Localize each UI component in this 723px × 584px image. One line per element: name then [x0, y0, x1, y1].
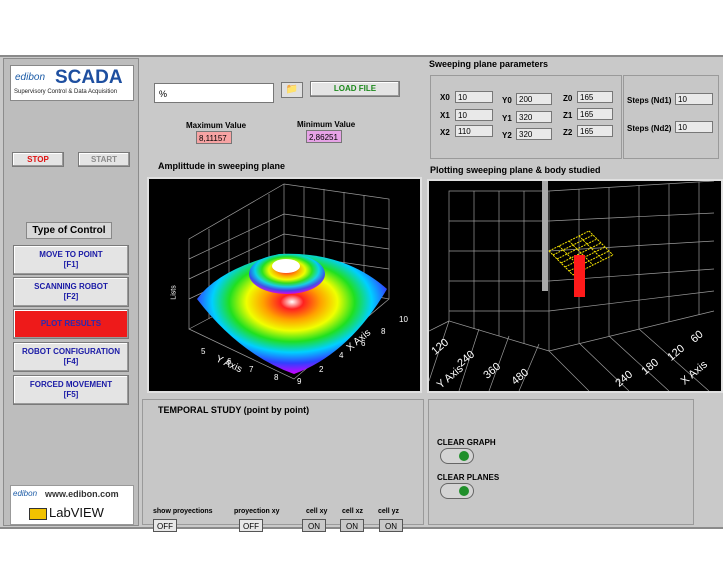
- plot1-tick-label: 6: [361, 339, 366, 348]
- proyection-xy-toggle[interactable]: OFF: [239, 519, 263, 532]
- clear-graph-toggle[interactable]: [440, 448, 474, 464]
- amplitude-plot-canvas: [188, 183, 390, 380]
- load-file-button[interactable]: LOAD FILE: [310, 81, 400, 97]
- labview-text: LabVIEW: [49, 505, 104, 520]
- move-to-point-label: MOVE TO POINT: [39, 250, 103, 259]
- scada-title: SCADA: [55, 67, 123, 88]
- toggle-led-icon: [459, 451, 469, 461]
- z0-label: Z0: [563, 94, 573, 103]
- forced-movement-key: [F5]: [63, 390, 79, 399]
- steps-nd1-input[interactable]: 10: [675, 93, 713, 105]
- sidebar: edibon SCADA Supervisory Control & Data …: [3, 58, 139, 526]
- toggle-led-icon: [459, 486, 469, 496]
- plot1-tick-label: 7: [249, 365, 254, 374]
- clear-planes-toggle[interactable]: [440, 483, 474, 499]
- cell-xz-label: cell xz: [342, 508, 364, 515]
- x1-input[interactable]: 10: [455, 109, 493, 121]
- steps-nd2-label: Steps (Nd2): [627, 124, 672, 133]
- scanning-robot-label: SCANNING ROBOT: [34, 282, 108, 291]
- y2-input[interactable]: 320: [516, 128, 552, 140]
- x1-label: X1: [440, 111, 450, 120]
- footer-logos: edibon www.edibon.com LabVIEW: [10, 485, 134, 525]
- plot-results-label: PLOT RESULTS: [40, 319, 102, 328]
- temporal-study-panel: [142, 399, 424, 525]
- plot1-z-label: Lists: [170, 285, 178, 300]
- scada-subtitle: Supervisory Control & Data Acquisition: [14, 89, 118, 95]
- min-value-label: Minimum Value: [297, 120, 356, 129]
- steps-nd1-label: Steps (Nd1): [627, 96, 672, 105]
- move-to-point-key: [F1]: [63, 260, 79, 269]
- folder-icon[interactable]: 📁: [281, 82, 303, 98]
- cell-xy-label: cell xy: [306, 508, 328, 515]
- plot1-tick-label: 10: [399, 315, 408, 324]
- x0-input[interactable]: 10: [455, 91, 493, 103]
- y1-label: Y1: [502, 114, 512, 123]
- cell-xy-toggle[interactable]: ON: [302, 519, 326, 532]
- edibon-footer-logo: edibon: [13, 489, 38, 498]
- type-of-control-title: Type of Control: [26, 222, 112, 239]
- x2-label: X2: [440, 128, 450, 137]
- cell-yz-toggle[interactable]: ON: [379, 519, 403, 532]
- plot1-tick-label: 2: [319, 365, 324, 374]
- steps-panel: [623, 75, 719, 159]
- z0-input[interactable]: 165: [577, 91, 613, 103]
- cell-yz-label: cell yz: [378, 508, 400, 515]
- plot-results-button[interactable]: PLOT RESULTS: [13, 309, 129, 339]
- sweeping-body-3d-plot[interactable]: 120 240 360 480 60 120 180 240 X Axis Y …: [427, 179, 723, 393]
- y1-input[interactable]: 320: [516, 111, 552, 123]
- sweeping-body-plot-title: Plotting sweeping plane & body studied: [430, 165, 601, 175]
- amplitude-plot-title: Amplittude in sweeping plane: [158, 161, 286, 171]
- plot1-tick-label: 4: [339, 351, 344, 360]
- robot-configuration-key: [F4]: [63, 357, 79, 366]
- proyection-xy-label: proyection xy: [234, 508, 280, 515]
- amplitude-3d-plot[interactable]: Lists Y Axis X Axis 5 6 7 8 9 2 4 6 8 10: [147, 177, 422, 393]
- min-value-display: 2,86251: [306, 130, 342, 143]
- plot1-tick-label: 8: [274, 373, 279, 382]
- clear-graph-label: CLEAR GRAPH: [437, 438, 496, 447]
- scanning-robot-key: [F2]: [63, 292, 79, 301]
- temporal-study-title: TEMPORAL STUDY (point by point): [158, 405, 310, 415]
- website-text: www.edibon.com: [45, 489, 119, 499]
- z1-input[interactable]: 165: [577, 108, 613, 120]
- robot-configuration-button[interactable]: ROBOT CONFIGURATION [F4]: [13, 342, 129, 372]
- sweep-params-title: Sweeping plane parameters: [429, 59, 549, 69]
- plot1-tick-label: 8: [381, 327, 386, 336]
- stop-button[interactable]: STOP: [12, 152, 64, 167]
- x0-label: X0: [440, 93, 450, 102]
- y0-label: Y0: [502, 96, 512, 105]
- plot1-tick-label: 5: [201, 347, 206, 356]
- file-path-input[interactable]: %: [154, 83, 274, 103]
- clear-planes-label: CLEAR PLANES: [437, 473, 500, 482]
- labview-icon: [29, 508, 47, 520]
- z1-label: Z1: [563, 111, 573, 120]
- edibon-logo-mark: edibon: [15, 72, 46, 83]
- move-to-point-button[interactable]: MOVE TO POINT [F1]: [13, 245, 129, 275]
- z2-label: Z2: [563, 128, 573, 137]
- scanning-robot-button[interactable]: SCANNING ROBOT [F2]: [13, 277, 129, 307]
- forced-movement-button[interactable]: FORCED MOVEMENT [F5]: [13, 375, 129, 405]
- plot1-tick-label: 6: [227, 357, 232, 366]
- show-proyections-label: show proyections: [153, 508, 213, 515]
- max-value-label: Maximum Value: [186, 121, 247, 130]
- scada-logo: edibon SCADA Supervisory Control & Data …: [10, 65, 134, 101]
- cell-xz-toggle[interactable]: ON: [340, 519, 364, 532]
- robot-configuration-label: ROBOT CONFIGURATION: [21, 347, 121, 356]
- y2-label: Y2: [502, 131, 512, 140]
- y0-input[interactable]: 200: [516, 93, 552, 105]
- steps-nd2-input[interactable]: 10: [675, 121, 713, 133]
- plot1-tick-label: 9: [297, 377, 302, 386]
- show-proyections-toggle[interactable]: OFF: [153, 519, 177, 532]
- max-value-display: 8,11157: [196, 131, 232, 144]
- x2-input[interactable]: 110: [455, 125, 493, 137]
- start-button[interactable]: START: [78, 152, 130, 167]
- forced-movement-label: FORCED MOVEMENT: [29, 380, 113, 389]
- z2-input[interactable]: 165: [577, 125, 613, 137]
